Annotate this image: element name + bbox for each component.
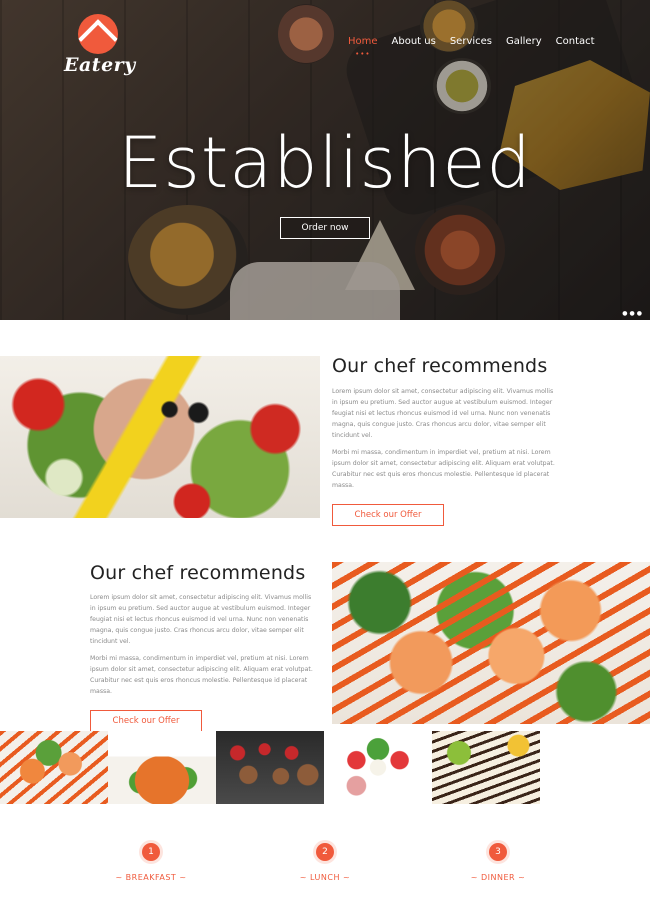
nav-item-about[interactable]: About us <box>392 36 436 47</box>
nav-item-home[interactable]: Home ••• <box>348 36 378 58</box>
meal-label: ~ BREAKFAST ~ <box>115 873 187 882</box>
section-paragraph: Morbi mi massa, condimentum in imperdiet… <box>332 449 555 489</box>
gallery-thumb-salad[interactable] <box>324 731 432 804</box>
order-now-button[interactable]: Order now <box>280 217 370 239</box>
main-nav: Home ••• About us Services Gallery Conta… <box>348 36 609 58</box>
section-paragraph: Lorem ipsum dolor sit amet, consectetur … <box>332 388 554 439</box>
hero-title: Established <box>118 122 532 204</box>
brand-logo[interactable]: Eatery <box>64 14 136 76</box>
slider-pagination-dots[interactable]: ●●● <box>622 310 644 317</box>
nav-item-label: Services <box>449 36 492 47</box>
section-paragraph: Lorem ipsum dolor sit amet, consectetur … <box>90 594 312 645</box>
gallery-thumb-shrimp[interactable] <box>0 731 108 804</box>
check-offer-button[interactable]: Check our Offer <box>90 710 202 732</box>
logo-house-icon <box>78 14 118 54</box>
section-heading: Our chef recommends <box>332 355 548 377</box>
nav-item-label: Contact <box>555 36 595 47</box>
meal-number-badge: 1 <box>142 843 160 861</box>
gallery-thumb-desserts[interactable] <box>216 731 324 804</box>
active-indicator-dots: ••• <box>355 50 371 58</box>
meal-dinner[interactable]: 3 ~ DINNER ~ <box>453 843 543 882</box>
salad-photo <box>0 356 320 518</box>
meal-number-badge: 2 <box>316 843 334 861</box>
meal-breakfast[interactable]: 1 ~ BREAKFAST ~ <box>106 843 196 882</box>
nav-item-services[interactable]: Services <box>450 36 492 47</box>
nav-item-contact[interactable]: Contact <box>556 36 595 47</box>
meal-label: ~ DINNER ~ <box>470 873 526 882</box>
nav-item-label: About us <box>391 36 436 47</box>
brand-name: Eatery <box>64 54 136 76</box>
hero-banner: Eatery Home ••• About us Services Galler… <box>0 0 650 320</box>
gallery-thumb-pasta[interactable] <box>108 731 216 804</box>
section-paragraph: Morbi mi massa, condimentum in imperdiet… <box>90 655 313 695</box>
nav-item-label: Gallery <box>506 36 542 47</box>
section-heading: Our chef recommends <box>90 562 306 584</box>
check-offer-button[interactable]: Check our Offer <box>332 504 444 526</box>
nav-item-label: Home <box>348 36 378 47</box>
nav-item-gallery[interactable]: Gallery <box>506 36 542 47</box>
meal-number-badge: 3 <box>489 843 507 861</box>
shrimp-salad-photo <box>332 562 650 724</box>
meal-label: ~ LUNCH ~ <box>299 873 351 882</box>
meal-lunch[interactable]: 2 ~ LUNCH ~ <box>280 843 370 882</box>
gallery-thumb-cake[interactable] <box>432 731 540 804</box>
